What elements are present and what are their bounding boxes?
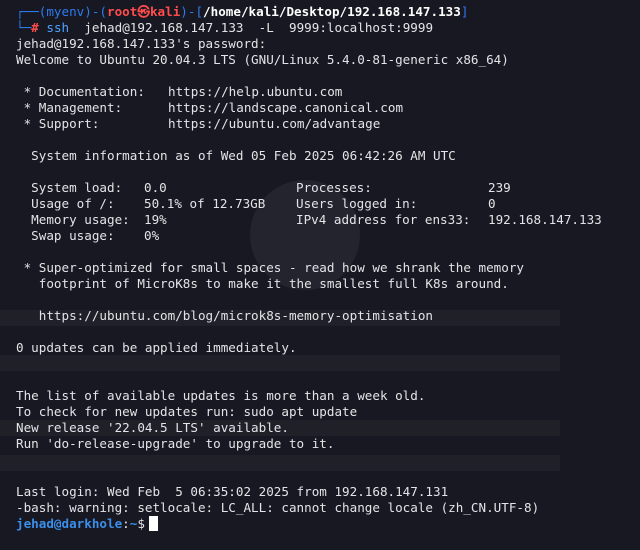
sysinfo-key: Processes: (296, 180, 372, 195)
sysinfo-value: 239 (488, 180, 511, 195)
venv-name: myenv (46, 4, 85, 19)
sysinfo-value: 0 (488, 196, 496, 211)
microk8s-line: footprint of MicroK8s to make it the sma… (16, 276, 509, 291)
sysinfo-row: Memory usage: 19% IPv4 address for ens33: 1… (16, 212, 640, 228)
remote-user-host: jehad@darkhole (16, 516, 123, 531)
sysinfo-row: System load: 0.0 Processes: 239 (16, 180, 640, 196)
support-link-row: * Support: https://ubuntu.com/advantage (16, 116, 640, 132)
microk8s-line: * Super-optimized for small spaces - rea… (16, 260, 524, 275)
sysinfo-value: 192.168.147.133 (488, 212, 602, 227)
password-prompt: jehad@192.168.147.133's password: (16, 36, 267, 51)
skull-icon: ㉿ (137, 4, 150, 19)
sysinfo-row: Usage of /: 50.1% of 12.73GB Users logged … (16, 196, 640, 212)
check-updates-line: To check for new updates run: sudo apt u… (16, 404, 358, 419)
sysinfo-key: Memory usage: (16, 212, 130, 227)
microk8s-url: https://ubuntu.com/blog/microk8s-memory-… (16, 308, 434, 323)
locale-warning-line: -bash: warning: setlocale: LC_ALL: canno… (16, 500, 540, 515)
sysinfo-title: System information as of Wed 05 Feb 2025… (16, 148, 456, 163)
sysinfo-key: Users logged in: (296, 196, 418, 211)
support-label: * Support: (16, 116, 100, 131)
run-upgrade-line: Run 'do-release-upgrade' to upgrade to i… (16, 436, 335, 451)
command-args: jehad@192.168.147.133 -L 9999:localhost:… (84, 20, 434, 35)
sysinfo-value: 0% (144, 228, 160, 243)
mgmt-link-row: * Management: https://landscape.canonical… (16, 100, 640, 116)
prompt-host: kali (149, 4, 181, 19)
sysinfo-value: 0.0 (144, 180, 167, 195)
mgmt-url: https://landscape.canonical.com (168, 100, 404, 115)
support-url: https://ubuntu.com/advantage (168, 116, 381, 131)
doc-url: https://help.ubuntu.com (168, 84, 343, 99)
prompt-user: root (107, 4, 138, 19)
updates-line: 0 updates can be applied immediately. (16, 340, 297, 355)
sysinfo-key: Usage of /: (16, 196, 115, 211)
prompt-separator: : (122, 516, 130, 531)
sysinfo-key: Swap usage: (16, 228, 115, 243)
sysinfo-row: Swap usage: 0% (16, 228, 640, 244)
remote-prompt-line: jehad@darkhole:~$ (16, 516, 640, 532)
doc-link-row: * Documentation: https://help.ubuntu.com (16, 84, 640, 100)
sysinfo-key: System load: (16, 180, 123, 195)
terminal-window[interactable]: ┌──(myenv)-(root㉿kali)-[/home/kali/Deskt… (0, 0, 640, 550)
command-name: ssh (46, 20, 70, 35)
sysinfo-value: 19% (144, 212, 167, 227)
prompt-line: ┌──(myenv)-(root㉿kali)-[/home/kali/Deskt… (16, 4, 469, 19)
prompt-cwd: /home/kali/Desktop/192.168.147.133 (203, 4, 461, 19)
welcome-banner: Welcome to Ubuntu 20.04.3 LTS (GNU/Linux… (16, 52, 509, 67)
command-line: └─# ssh jehad@192.168.147.133 -L 9999:lo… (16, 20, 434, 35)
doc-label: * Documentation: (16, 84, 145, 99)
list-old-line: The list of available updates is more th… (16, 388, 426, 403)
terminal-output: ┌──(myenv)-(root㉿kali)-[/home/kali/Deskt… (16, 4, 640, 532)
sysinfo-value: 50.1% of 12.73GB (144, 196, 266, 211)
prompt-symbol: $ (137, 516, 145, 531)
mgmt-label: * Management: (16, 100, 123, 115)
new-release-line: New release '22.04.5 LTS' available. (16, 420, 289, 435)
last-login-line: Last login: Wed Feb 5 06:35:02 2025 from… (16, 484, 449, 499)
text-cursor[interactable] (148, 516, 158, 531)
sysinfo-key: IPv4 address for ens33: (296, 212, 471, 227)
